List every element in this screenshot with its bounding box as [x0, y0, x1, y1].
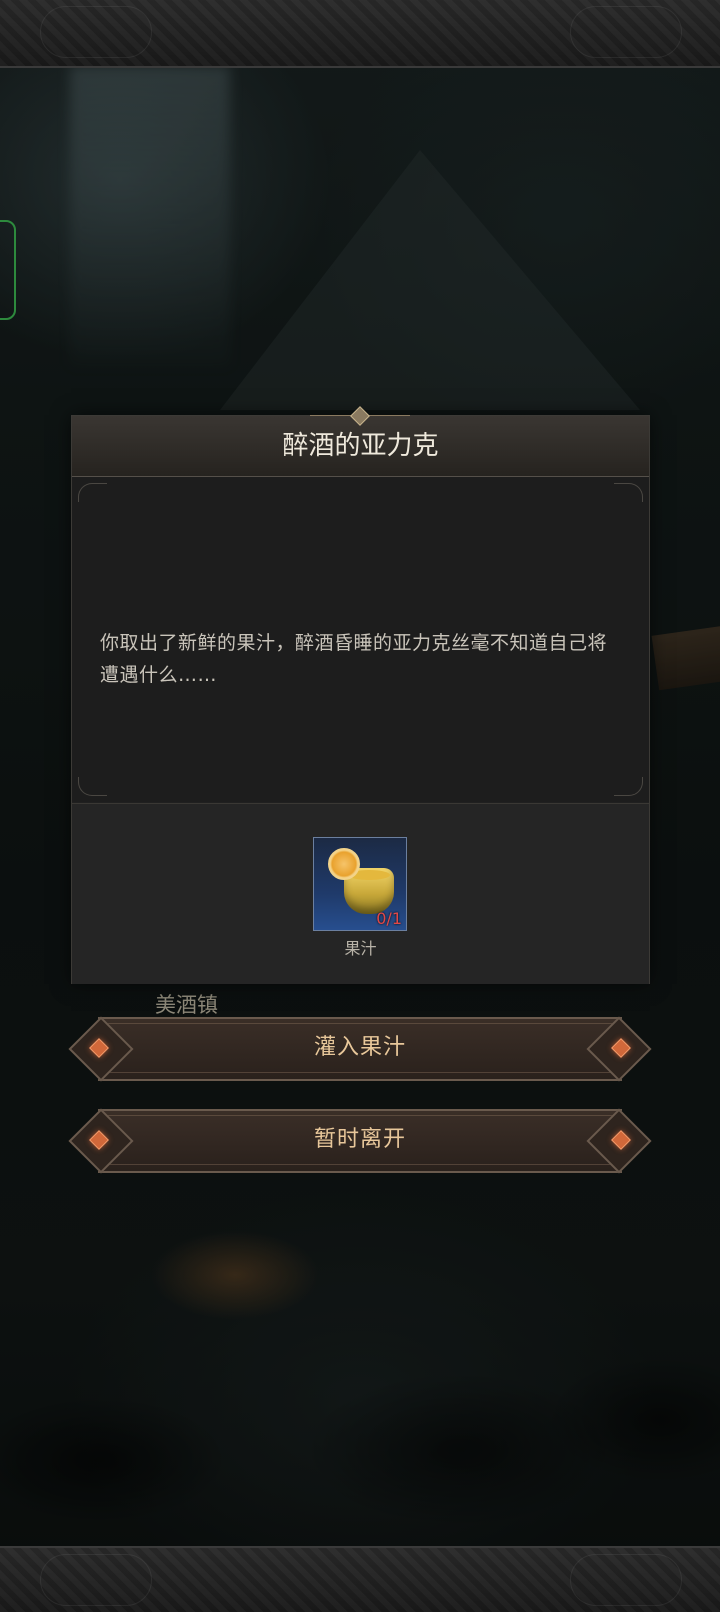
frame-ornament [570, 6, 682, 58]
dialog-title-bar: 醉酒的亚力克 [72, 406, 649, 477]
corner-ornament [614, 483, 643, 502]
leave-for-now-button[interactable]: 暂时离开 [68, 1108, 652, 1174]
corner-ornament [78, 483, 107, 502]
dialog-title: 醉酒的亚力克 [282, 431, 439, 461]
corner-ornament [614, 777, 643, 796]
item-name: 果汁 [344, 939, 377, 958]
dialog-body: 你取出了新鲜的果汁，醉酒昏睡的亚力克丝毫不知道自己将遭遇什么…… [72, 477, 649, 802]
orange-slice-icon [328, 848, 360, 880]
game-screen: 美酒镇 醉酒的亚力克 你取出了新鲜的果汁，醉酒昏睡的亚力克丝毫不知道自己将遭遇什… [0, 0, 720, 1612]
required-item-panel: 0/1 果汁 [72, 803, 649, 984]
pour-juice-button[interactable]: 灌入果汁 [68, 1016, 652, 1082]
event-dialog: 醉酒的亚力克 你取出了新鲜的果汁，醉酒昏睡的亚力克丝毫不知道自己将遭遇什么…… … [71, 406, 650, 984]
frame-ornament [40, 1554, 152, 1606]
map-location-label: 美酒镇 [155, 993, 218, 1017]
dialog-narrative-text: 你取出了新鲜的果汁，醉酒昏睡的亚力克丝毫不知道自己将遭遇什么…… [100, 632, 608, 686]
pour-juice-label: 灌入果汁 [313, 1035, 406, 1060]
corner-ornament [78, 777, 107, 796]
frame-ornament [40, 6, 152, 58]
leave-for-now-label: 暂时离开 [313, 1127, 406, 1152]
item-count: 0/1 [376, 909, 402, 928]
item-slot[interactable]: 0/1 [313, 837, 407, 931]
top-frame-bar [0, 0, 720, 68]
frame-ornament [570, 1554, 682, 1606]
bottom-frame-bar [0, 1546, 720, 1612]
